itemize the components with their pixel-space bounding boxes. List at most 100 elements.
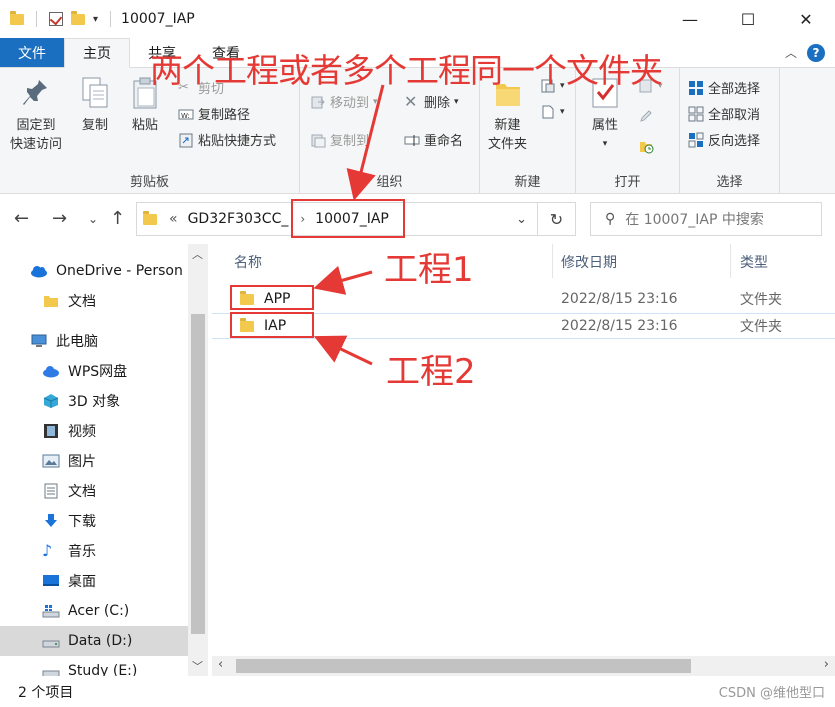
title-bar: ▾ 10007_IAP — ☐ ✕: [0, 0, 835, 38]
tab-home[interactable]: 主页: [64, 38, 130, 68]
annotation-highlight-box: [230, 312, 314, 338]
nav-item-documents[interactable]: 文档: [0, 476, 188, 506]
chevron-down-icon: ▾: [560, 107, 565, 117]
nav-item-music[interactable]: ♪ 音乐: [0, 536, 188, 566]
copy-path-button[interactable]: W: 复制路径: [178, 104, 250, 123]
annotation-highlight-box: [291, 199, 405, 238]
organize-group-label: 组织: [376, 175, 403, 190]
file-type: 文件夹: [740, 319, 782, 335]
scrollbar-thumb[interactable]: [236, 659, 691, 673]
refresh-icon[interactable]: ↻: [537, 202, 575, 236]
customize-quick-access-icon[interactable]: ▾: [93, 14, 98, 25]
breadcrumb-parent[interactable]: GD32F303CC_: [188, 211, 289, 227]
move-to-button[interactable]: 移动到 ▾: [310, 92, 378, 111]
nav-item-onedrive[interactable]: OneDrive - Person: [0, 256, 188, 286]
select-none-icon: [688, 106, 704, 122]
address-dropdown-chevron-icon[interactable]: ⌄: [516, 212, 527, 227]
edit-button[interactable]: [638, 108, 654, 124]
chevron-down-icon: ▾: [602, 139, 608, 149]
item-count: 2 个项目: [18, 684, 74, 701]
invert-selection-button[interactable]: 反向选择: [688, 130, 760, 149]
copy-path-icon: W:: [178, 106, 194, 122]
scrollbar-thumb[interactable]: [191, 314, 205, 634]
move-to-icon: [310, 94, 326, 110]
cloud-icon: [42, 363, 60, 379]
rename-button[interactable]: 重命名: [404, 130, 463, 149]
window-title: 10007_IAP: [121, 11, 195, 27]
nav-item-videos[interactable]: 视频: [0, 416, 188, 446]
column-divider[interactable]: [552, 244, 553, 278]
help-icon[interactable]: ?: [807, 43, 825, 62]
column-header-modified[interactable]: 修改日期: [561, 252, 617, 272]
new-group-label: 新建: [514, 175, 541, 190]
download-arrow-icon: [42, 513, 60, 529]
nav-item-desktop[interactable]: 桌面: [0, 566, 188, 596]
cloud-icon: [30, 263, 48, 279]
select-none-button[interactable]: 全部取消: [688, 104, 760, 123]
cube-icon: [42, 393, 60, 409]
maximize-button[interactable]: ☐: [719, 0, 777, 38]
select-group-label: 选择: [716, 175, 743, 190]
nav-item-drive-c[interactable]: Acer (C:): [0, 596, 188, 626]
back-arrow-icon[interactable]: ←: [14, 208, 29, 229]
film-icon: [42, 423, 60, 439]
delete-x-icon: ✕: [404, 91, 418, 111]
nav-item-3d-objects[interactable]: 3D 对象: [0, 386, 188, 416]
properties-quick-icon[interactable]: [49, 12, 63, 26]
history-button[interactable]: [638, 138, 654, 154]
select-all-icon: [688, 80, 704, 96]
tab-file[interactable]: 文件: [0, 38, 64, 67]
scroll-down-chevron-icon[interactable]: ﹀: [192, 658, 203, 674]
scroll-left-chevron-icon[interactable]: ‹: [218, 657, 223, 672]
chevron-down-icon: ▾: [373, 96, 378, 107]
navigation-scrollbar[interactable]: ︿ ﹀: [188, 244, 208, 676]
search-icon: ⚲: [605, 211, 616, 227]
search-placeholder: 在 10007_IAP 中搜索: [625, 212, 764, 228]
close-button[interactable]: ✕: [777, 0, 835, 38]
open-group-label: 打开: [614, 175, 641, 190]
search-input[interactable]: ⚲ 在 10007_IAP 中搜索: [590, 202, 822, 236]
copy-to-icon: [310, 132, 326, 148]
history-icon: [638, 138, 654, 154]
column-header-type[interactable]: 类型: [740, 252, 768, 272]
scroll-up-chevron-icon[interactable]: ︿: [192, 246, 203, 262]
annotation-project2: 工程2: [386, 352, 476, 392]
up-arrow-icon[interactable]: ↑: [110, 208, 125, 229]
select-group: 全部选择 全部取消 反向选择 选择: [680, 68, 780, 194]
scroll-right-chevron-icon[interactable]: ›: [824, 657, 829, 672]
easy-access-button[interactable]: ▾: [540, 104, 565, 120]
copy-button[interactable]: 复制: [80, 76, 110, 135]
svg-text:W:: W:: [181, 112, 190, 120]
horizontal-scrollbar[interactable]: ‹ ›: [212, 656, 835, 676]
edit-icon: [638, 108, 654, 124]
forward-arrow-icon[interactable]: →: [52, 208, 67, 229]
divider: [36, 11, 37, 27]
folder-icon: [10, 10, 24, 25]
clipboard-group-label: 剪贴板: [129, 175, 169, 190]
column-header-name[interactable]: 名称: [234, 252, 262, 272]
minimize-button[interactable]: —: [661, 0, 719, 38]
select-all-button[interactable]: 全部选择: [688, 78, 760, 97]
navigation-pane: OneDrive - Person 文档 此电脑 WPS网盘 3D 对象 视频 …: [0, 244, 210, 679]
folder-icon: [143, 210, 157, 225]
new-folder-quick-icon[interactable]: [71, 10, 85, 25]
nav-item-pictures[interactable]: 图片: [0, 446, 188, 476]
overflow-chevron-icon[interactable]: «: [169, 211, 178, 227]
annotation-highlight-box: [230, 285, 314, 310]
nav-item-drive-d[interactable]: Data (D:): [0, 626, 188, 656]
annotation-headline: 两个工程或者多个工程同一个文件夹: [150, 51, 663, 90]
nav-item-wps[interactable]: WPS网盘: [0, 356, 188, 386]
paste-shortcut-button[interactable]: 粘贴快捷方式: [178, 130, 276, 149]
column-divider[interactable]: [730, 244, 731, 278]
delete-button[interactable]: ✕ 删除 ▾: [404, 92, 459, 111]
nav-item-documents-onedrive[interactable]: 文档: [0, 286, 188, 316]
nav-item-downloads[interactable]: 下载: [0, 506, 188, 536]
copy-icon: [80, 76, 110, 110]
file-type: 文件夹: [740, 292, 782, 308]
pin-quick-access-button[interactable]: 固定到 快速访问: [10, 76, 62, 154]
copy-to-button[interactable]: 复制到: [310, 130, 369, 149]
nav-item-this-pc[interactable]: 此电脑: [0, 326, 188, 356]
recent-locations-chevron-icon[interactable]: ⌄: [88, 212, 98, 226]
chevron-down-icon: ▾: [454, 96, 459, 107]
chevron-up-icon[interactable]: ︿: [785, 44, 797, 61]
